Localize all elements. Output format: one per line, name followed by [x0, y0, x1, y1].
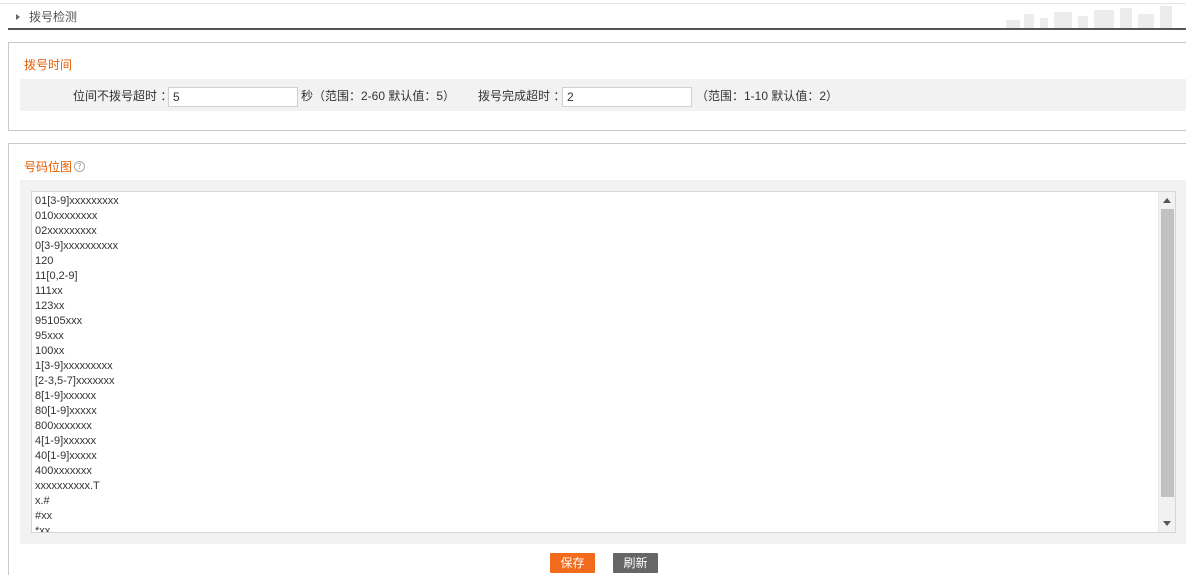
page-title: 拨号检测 — [29, 10, 78, 24]
digit-map-line: 02xxxxxxxxx — [35, 225, 97, 237]
digit-map-line: 400xxxxxxx — [35, 465, 92, 477]
digit-map-line: 11[0,2-9] — [35, 270, 78, 282]
page-header: 拨号检测 — [8, 6, 1186, 30]
complete-timeout-hint: （范围：1-10 默认值：2） — [696, 89, 839, 103]
digit-map-panel: 号码位图 ? 01[3-9]xxxxxxxxx 010xxxxxxxx 02xxxx… — [8, 143, 1186, 575]
digit-map-line: 120 — [35, 255, 54, 267]
complete-timeout-input[interactable] — [562, 87, 692, 107]
digit-map-lines[interactable]: 01[3-9]xxxxxxxxx 010xxxxxxxx 02xxxxxxxxx 0[… — [35, 194, 119, 533]
digit-map-line: 8[1-9]xxxxxx — [35, 390, 97, 402]
digit-map-line: 0[3-9]xxxxxxxxxx — [35, 240, 119, 252]
dial-time-row: 位间不拨号超时 ： 秒（范围：2-60 默认值：5） 拨号完成超时 ： （范围：… — [20, 79, 1186, 111]
dial-time-title: 拨号时间 — [24, 58, 73, 72]
digit-map-line: 1[3-9]xxxxxxxxx — [35, 360, 113, 372]
interdigit-timeout-label: 位间不拨号超时 ： — [73, 89, 173, 103]
digit-map-line: 4[1-9]xxxxxx — [35, 435, 97, 447]
scrollbar-thumb[interactable] — [1161, 209, 1174, 497]
digit-map-line: 800xxxxxxx — [35, 420, 92, 432]
textarea-scrollbar[interactable] — [1158, 192, 1175, 532]
caret-right-icon — [16, 14, 20, 20]
digit-map-line: 80[1-9]xxxxx — [35, 405, 97, 417]
digit-map-line: 100xx — [35, 345, 65, 357]
digit-map-title: 号码位图 — [24, 160, 73, 174]
scroll-up-icon[interactable] — [1163, 198, 1171, 203]
digit-map-line: 95xxx — [35, 330, 64, 342]
top-divider — [0, 3, 1186, 4]
digit-map-line: 123xx — [35, 300, 65, 312]
digit-map-line: 40[1-9]xxxxx — [35, 450, 97, 462]
digit-map-line: 111xx — [35, 285, 63, 297]
digit-map-line: #xx — [35, 510, 53, 522]
interdigit-timeout-input[interactable] — [168, 87, 298, 107]
digit-map-line: xxxxxxxxxx.T — [35, 480, 100, 492]
digit-map-line: 01[3-9]xxxxxxxxx — [35, 195, 119, 207]
digit-map-line: [2-3,5-7]xxxxxxx — [35, 375, 115, 387]
question-circle-icon[interactable]: ? — [74, 161, 85, 172]
digit-map-line: *xx — [35, 525, 51, 533]
header-decoration — [996, 6, 1186, 28]
digit-map-line: 010xxxxxxxx — [35, 210, 98, 222]
complete-timeout-label: 拨号完成超时 ： — [478, 89, 566, 103]
save-button[interactable]: 保存 — [550, 553, 595, 573]
digit-map-line: 95105xxx — [35, 315, 83, 327]
digit-map-line: x.# — [35, 495, 50, 507]
dial-time-panel: 拨号时间 位间不拨号超时 ： 秒（范围：2-60 默认值：5） 拨号完成超时 ：… — [8, 42, 1186, 131]
digit-map-textarea[interactable]: 01[3-9]xxxxxxxxx 010xxxxxxxx 02xxxxxxxxx 0[… — [31, 191, 1176, 533]
interdigit-timeout-hint: 秒（范围：2-60 默认值：5） — [301, 89, 456, 103]
refresh-button[interactable]: 刷新 — [613, 553, 658, 573]
digit-map-container: 01[3-9]xxxxxxxxx 010xxxxxxxx 02xxxxxxxxx 0[… — [20, 180, 1186, 544]
scroll-down-icon[interactable] — [1163, 521, 1171, 526]
